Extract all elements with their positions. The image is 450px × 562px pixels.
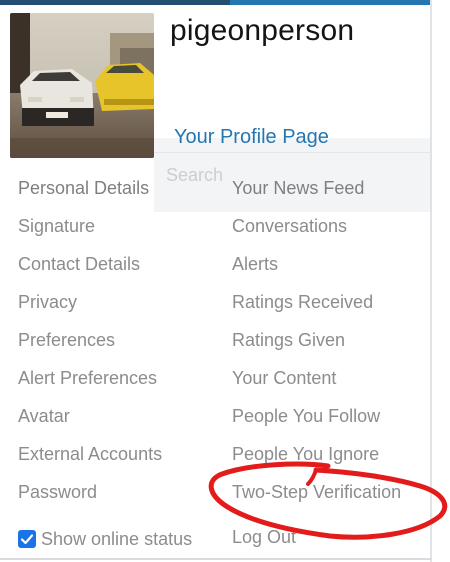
menu-signature[interactable]: Signature (18, 216, 95, 237)
menu-personal-details[interactable]: Personal Details (18, 178, 149, 199)
menu-conversations[interactable]: Conversations (232, 216, 347, 237)
menu-bottom-border (0, 558, 432, 560)
menu-alerts[interactable]: Alerts (232, 254, 278, 275)
online-status-label: Show online status (41, 528, 193, 549)
menu-password[interactable]: Password (18, 482, 97, 503)
menu-preferences[interactable]: Preferences (18, 330, 115, 351)
menu-contact-details[interactable]: Contact Details (18, 254, 140, 275)
menu-external-accounts[interactable]: External Accounts (18, 444, 162, 465)
menu-avatar[interactable]: Avatar (18, 406, 70, 427)
menu-your-news-feed[interactable]: Your News Feed (232, 178, 364, 199)
online-status-row[interactable]: Show online status (18, 526, 192, 552)
search-placeholder: Search (166, 165, 224, 185)
username: pigeonperson (170, 14, 355, 47)
checkmark-icon (20, 534, 34, 545)
menu-two-step-verification[interactable]: Two-Step Verification (232, 482, 401, 503)
logout-link[interactable]: Log Out (232, 527, 296, 548)
menu-ratings-received[interactable]: Ratings Received (232, 292, 373, 313)
menu-people-you-follow[interactable]: People You Follow (232, 406, 380, 427)
panel-edge (430, 0, 432, 562)
search-divider (154, 152, 430, 153)
avatar-photo (10, 13, 154, 158)
menu-privacy[interactable]: Privacy (18, 292, 77, 313)
menu-people-you-ignore[interactable]: People You Ignore (232, 444, 379, 465)
online-status-checkbox[interactable] (18, 530, 36, 548)
top-accent-bar-dark (0, 0, 230, 5)
menu-alert-preferences[interactable]: Alert Preferences (18, 368, 157, 389)
menu-ratings-given[interactable]: Ratings Given (232, 330, 345, 351)
menu-your-content[interactable]: Your Content (232, 368, 336, 389)
avatar[interactable] (10, 13, 154, 158)
your-profile-page-link[interactable]: Your Profile Page (174, 126, 329, 149)
